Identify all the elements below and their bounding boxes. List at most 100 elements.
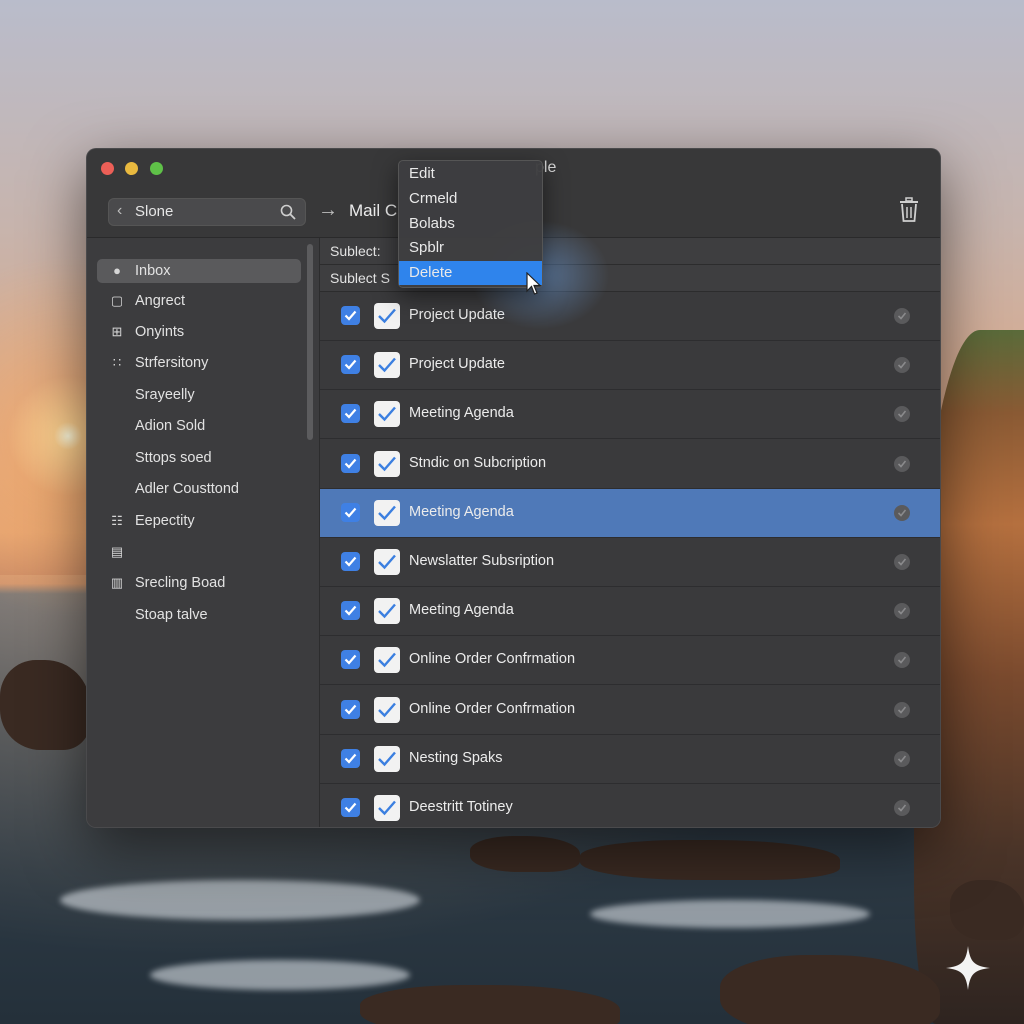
- check-icon: [374, 352, 400, 379]
- row-subject: Online Order Confrmation: [409, 651, 576, 668]
- status-check-icon: [894, 800, 910, 816]
- status-check-icon: [894, 455, 910, 472]
- table-row[interactable]: Meeting Agenda: [320, 390, 940, 440]
- sidebar-item-label: Inbox: [135, 263, 171, 279]
- table-row[interactable]: Online Order Confrmation: [320, 686, 940, 735]
- row-checkbox[interactable]: [341, 650, 360, 670]
- close-button[interactable]: [101, 162, 114, 175]
- row-subject: Meeting Agenda: [409, 503, 514, 520]
- sidebar-item[interactable]: Adion Sold: [97, 414, 301, 438]
- row-subject: Nesting Spaks: [409, 749, 503, 766]
- grid-icon: ☷: [111, 513, 123, 528]
- row-checkbox[interactable]: [341, 355, 360, 375]
- row-subject: Project Update: [409, 356, 505, 373]
- sidebar-item[interactable]: ▥ Srecling Boad: [97, 571, 301, 595]
- sidebar-item-label: Adler Cousttond: [135, 481, 239, 497]
- sidebar-item-label: Strfersitony: [135, 355, 209, 371]
- menu-item-label: Spblr: [409, 239, 445, 256]
- status-check-icon: [894, 406, 910, 423]
- table-row[interactable]: Meeting Agenda: [320, 488, 940, 538]
- row-subject: Online Order Confrmation: [409, 700, 576, 717]
- row-checkbox[interactable]: [341, 502, 360, 522]
- chevron-left-icon[interactable]: ‹: [117, 202, 122, 220]
- sidebar-item[interactable]: Sttops soed: [97, 446, 301, 470]
- status-check-icon: [894, 652, 910, 669]
- cursor-arrow-icon: [526, 272, 542, 295]
- check-icon: [374, 401, 400, 428]
- table-row[interactable]: Deestritt Totiney: [320, 784, 940, 827]
- check-icon: [374, 303, 400, 329]
- header-label: Sublect:: [330, 243, 381, 259]
- row-checkbox[interactable]: [341, 552, 360, 571]
- menu-item-edit[interactable]: Edit: [399, 162, 542, 186]
- context-menu: Edit Crmeld Bolabs Spblr Delete: [398, 160, 543, 288]
- search-field[interactable]: ‹ Slone: [108, 198, 306, 226]
- sidebar-item[interactable]: Srayeelly: [97, 383, 301, 407]
- message-list: Sublect: Sublect S Project Update Project…: [320, 238, 940, 827]
- sidebar-item-label: Sttops soed: [135, 450, 212, 466]
- table-row[interactable]: Nesting Spaks: [320, 735, 940, 784]
- row-subject: Deestritt Totiney: [409, 799, 513, 815]
- table-row[interactable]: Newslatter Subsription: [320, 538, 940, 587]
- search-icon[interactable]: [279, 203, 297, 221]
- sidebar-item[interactable]: Stoap talve: [97, 603, 301, 627]
- status-check-icon: [894, 603, 910, 620]
- row-checkbox[interactable]: [341, 798, 360, 817]
- menu-item[interactable]: Spblr: [399, 236, 542, 260]
- table-row[interactable]: Online Order Confrmation: [320, 636, 940, 686]
- trash-icon[interactable]: [897, 197, 921, 223]
- sidebar-scrollbar[interactable]: [307, 244, 313, 440]
- mailbox-title: Mail C: [349, 201, 398, 220]
- menu-item-delete[interactable]: Delete: [399, 261, 542, 285]
- sidebar: ● Inbox ▢ Angrect ⊞ Onyints ∷ Strfersito…: [87, 238, 320, 827]
- sidebar-item-label: Eepectity: [135, 513, 195, 529]
- table-row[interactable]: Project Update: [320, 292, 940, 341]
- menu-item-label: Delete: [409, 264, 453, 281]
- row-checkbox[interactable]: [341, 453, 360, 473]
- status-check-icon: [894, 750, 910, 767]
- arrow-right-icon[interactable]: →: [318, 199, 338, 222]
- row-subject: Newslatter Subsription: [409, 553, 555, 569]
- menu-item[interactable]: Crmeld: [399, 187, 542, 211]
- document-icon: ▥: [110, 575, 124, 590]
- menu-item-label: Edit: [409, 165, 435, 182]
- menu-item[interactable]: Bolabs: [399, 212, 542, 236]
- check-icon: [374, 647, 400, 674]
- apple-icon: ●: [113, 263, 121, 278]
- table-row[interactable]: Meeting Agenda: [320, 587, 940, 637]
- people-icon: ∷: [112, 355, 122, 370]
- check-icon: [374, 549, 400, 575]
- sidebar-item-label: Srecling Boad: [135, 575, 226, 591]
- row-subject: Project Update: [409, 307, 505, 323]
- row-checkbox[interactable]: [341, 601, 360, 621]
- table-row[interactable]: Stndic on Subcription: [320, 440, 940, 489]
- sidebar-item[interactable]: ▤: [97, 540, 301, 564]
- check-icon: [374, 450, 400, 477]
- status-check-icon: [894, 554, 910, 570]
- note-icon: ▤: [110, 544, 124, 559]
- row-checkbox[interactable]: [341, 699, 360, 719]
- check-icon: [374, 795, 400, 821]
- status-check-icon: [894, 357, 910, 374]
- sidebar-item[interactable]: ▢ Angrect: [97, 289, 301, 313]
- sidebar-item[interactable]: ☷ Eepectity: [97, 509, 301, 533]
- sidebar-item[interactable]: ⊞ Onyints: [97, 320, 301, 344]
- sidebar-item[interactable]: Adler Cousttond: [97, 477, 301, 501]
- minimize-button[interactable]: [125, 162, 138, 175]
- zoom-button[interactable]: [150, 162, 163, 175]
- status-check-icon: [894, 308, 910, 324]
- check-icon: [374, 499, 400, 526]
- sparkle-icon: [946, 946, 990, 990]
- grid-plus-icon: ⊞: [111, 324, 123, 339]
- sidebar-item-inbox[interactable]: ● Inbox: [97, 259, 301, 283]
- row-checkbox[interactable]: [341, 404, 360, 424]
- row-checkbox[interactable]: [341, 748, 360, 768]
- sidebar-item[interactable]: ∷ Strfersitony: [97, 351, 301, 375]
- search-input[interactable]: Slone: [135, 203, 173, 220]
- check-icon: [374, 598, 400, 625]
- row-checkbox[interactable]: [341, 306, 360, 325]
- row-subject: Meeting Agenda: [409, 405, 514, 422]
- sidebar-item-label: Srayeelly: [135, 387, 195, 403]
- sidebar-item-label: Adion Sold: [135, 418, 206, 434]
- table-row[interactable]: Project Update: [320, 341, 940, 391]
